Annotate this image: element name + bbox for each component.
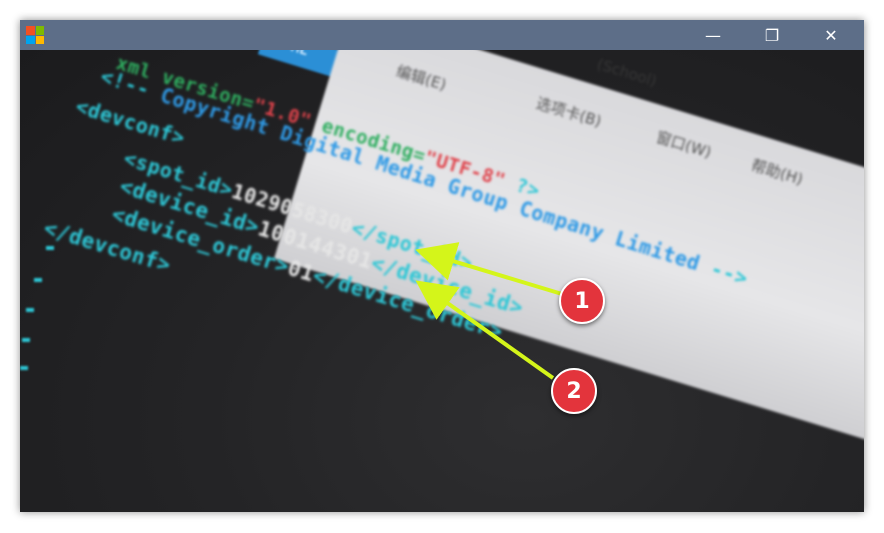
arrow-1 bbox=[415, 242, 563, 296]
arrow-2 bbox=[415, 280, 555, 380]
annotation-arrows bbox=[415, 242, 563, 380]
callout-badge-1: 1 bbox=[559, 278, 605, 324]
callout-badge-2: 2 bbox=[551, 368, 597, 414]
